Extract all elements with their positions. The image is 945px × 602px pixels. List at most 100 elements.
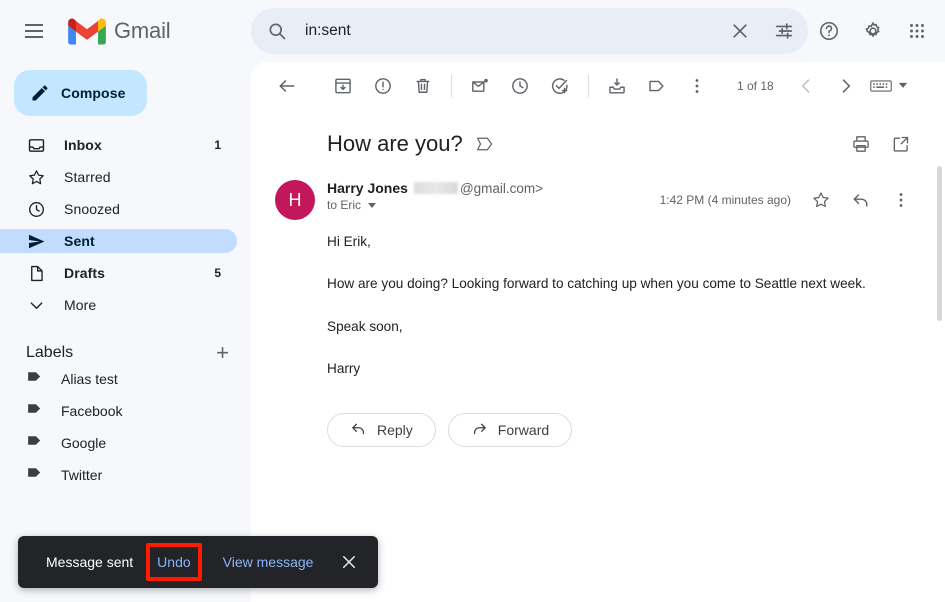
recipient-text: to Eric — [327, 198, 361, 212]
apps-grid-icon[interactable] — [895, 9, 939, 53]
chevron-down-icon[interactable] — [368, 203, 376, 208]
open-in-new-icon[interactable] — [881, 124, 921, 164]
sidebar-item-drafts[interactable]: Drafts 5 — [0, 261, 237, 285]
chevron-left-icon[interactable] — [786, 66, 826, 106]
reply-arrow-icon[interactable] — [841, 180, 881, 220]
keyboard-shortcuts-button[interactable] — [870, 77, 908, 95]
sidebar-item-inbox[interactable]: Inbox 1 — [0, 133, 237, 157]
timestamp: 1:42 PM (4 minutes ago) — [660, 193, 791, 207]
message-container: H Harry Jones @gmail.com> to Eric — [251, 166, 945, 447]
help-icon[interactable] — [807, 9, 851, 53]
send-icon — [26, 232, 46, 251]
sidebar-item-starred[interactable]: Starred — [0, 165, 237, 189]
report-spam-icon[interactable] — [363, 66, 403, 106]
search-options-icon[interactable] — [764, 11, 804, 51]
sidebar-label-google[interactable]: Google — [0, 431, 237, 455]
chevron-right-icon[interactable] — [826, 66, 866, 106]
top-bar: Gmail — [0, 0, 945, 62]
page-title: How are you? — [327, 131, 463, 157]
sidebar-item-count: 1 — [214, 138, 221, 152]
label-tag-icon[interactable] — [637, 66, 677, 106]
inbox-label-icon[interactable] — [475, 135, 495, 153]
message-meta: 1:42 PM (4 minutes ago) — [660, 180, 921, 220]
labels-header: Labels + — [0, 339, 251, 367]
label-tag-icon — [26, 432, 43, 454]
sidebar-item-label: Sent — [64, 233, 95, 249]
message-actions: Reply Forward — [327, 413, 921, 447]
keyboard-icon — [870, 78, 892, 94]
more-vertical-icon[interactable] — [881, 180, 921, 220]
plus-icon[interactable]: + — [216, 342, 229, 364]
star-icon[interactable] — [801, 180, 841, 220]
message-panel: 1 of 18 — [251, 62, 945, 602]
forward-arrow-icon — [471, 420, 488, 440]
mark-unread-icon[interactable] — [460, 66, 500, 106]
sidebar-label-facebook[interactable]: Facebook — [0, 399, 237, 423]
pager-text: 1 of 18 — [737, 79, 774, 93]
pencil-icon — [30, 83, 50, 103]
hamburger-menu-icon[interactable] — [12, 9, 56, 53]
message-paragraph: Harry — [327, 359, 921, 378]
back-arrow-icon[interactable] — [267, 66, 307, 106]
draft-icon — [26, 264, 46, 283]
reply-button[interactable]: Reply — [327, 413, 436, 447]
search-clear-button[interactable] — [720, 11, 760, 51]
scrollbar[interactable] — [937, 166, 942, 321]
reply-arrow-icon — [350, 420, 367, 440]
print-icon[interactable] — [841, 124, 881, 164]
sidebar-item-snoozed[interactable]: Snoozed — [0, 197, 237, 221]
avatar[interactable]: H — [275, 180, 315, 220]
more-vertical-icon[interactable] — [677, 66, 717, 106]
subject-actions — [841, 124, 921, 164]
message-paragraph: How are you doing? Looking forward to ca… — [327, 274, 921, 293]
message-toolbar: 1 of 18 — [251, 62, 945, 110]
forward-button-label: Forward — [498, 422, 549, 438]
gmail-window: Gmail — [0, 0, 945, 602]
sidebar-label-twitter[interactable]: Twitter — [0, 463, 237, 487]
sidebar: Compose Inbox 1 Starred — [0, 62, 251, 602]
label-tag-icon — [26, 464, 43, 486]
search-icon[interactable] — [257, 11, 297, 51]
message-content: Hi Erik, How are you doing? Looking forw… — [327, 220, 921, 378]
labels-title: Labels — [26, 344, 73, 362]
sender-line: Harry Jones @gmail.com> — [327, 180, 543, 196]
inbox-icon — [26, 136, 46, 155]
archive-icon[interactable] — [323, 66, 363, 106]
sidebar-label-text: Google — [61, 435, 106, 451]
sidebar-item-count: 5 — [214, 266, 221, 280]
add-to-tasks-icon[interactable] — [540, 66, 580, 106]
undo-button[interactable]: Undo — [155, 552, 192, 572]
gmail-logo-icon — [68, 17, 106, 46]
search-bar[interactable] — [251, 8, 808, 54]
sidebar-label-text: Alias test — [61, 371, 118, 387]
compose-label: Compose — [61, 85, 126, 101]
recipient-line[interactable]: to Eric — [327, 198, 543, 212]
gear-icon[interactable] — [851, 9, 895, 53]
sidebar-label-text: Twitter — [61, 467, 102, 483]
close-icon[interactable] — [332, 545, 366, 579]
top-right-actions — [807, 8, 939, 54]
view-message-button[interactable]: View message — [223, 554, 314, 570]
sidebar-label-alias-test[interactable]: Alias test — [0, 367, 237, 391]
move-to-inbox-icon[interactable] — [597, 66, 637, 106]
labels-list: Alias test Facebook Google Twitter — [0, 367, 251, 487]
redacted-email-block — [414, 182, 458, 194]
message-body: Harry Jones @gmail.com> to Eric 1:42 PM … — [327, 180, 921, 447]
clock-icon — [26, 200, 46, 219]
sidebar-item-sent[interactable]: Sent — [0, 229, 237, 253]
message-header: Harry Jones @gmail.com> to Eric 1:42 PM … — [327, 180, 921, 220]
trash-icon[interactable] — [403, 66, 443, 106]
chevron-down-icon — [26, 296, 46, 315]
toolbar-divider — [451, 75, 452, 97]
sidebar-item-more[interactable]: More — [0, 293, 237, 317]
forward-button[interactable]: Forward — [448, 413, 572, 447]
toolbar-divider — [588, 75, 589, 97]
search-input[interactable] — [297, 8, 720, 54]
subject-row: How are you? — [251, 110, 945, 166]
compose-button[interactable]: Compose — [14, 70, 147, 116]
sidebar-item-label: Drafts — [64, 265, 105, 281]
sidebar-item-label: More — [64, 297, 96, 313]
snackbar-message: Message sent — [46, 554, 133, 570]
gmail-brand[interactable]: Gmail — [68, 17, 170, 46]
snooze-clock-icon[interactable] — [500, 66, 540, 106]
